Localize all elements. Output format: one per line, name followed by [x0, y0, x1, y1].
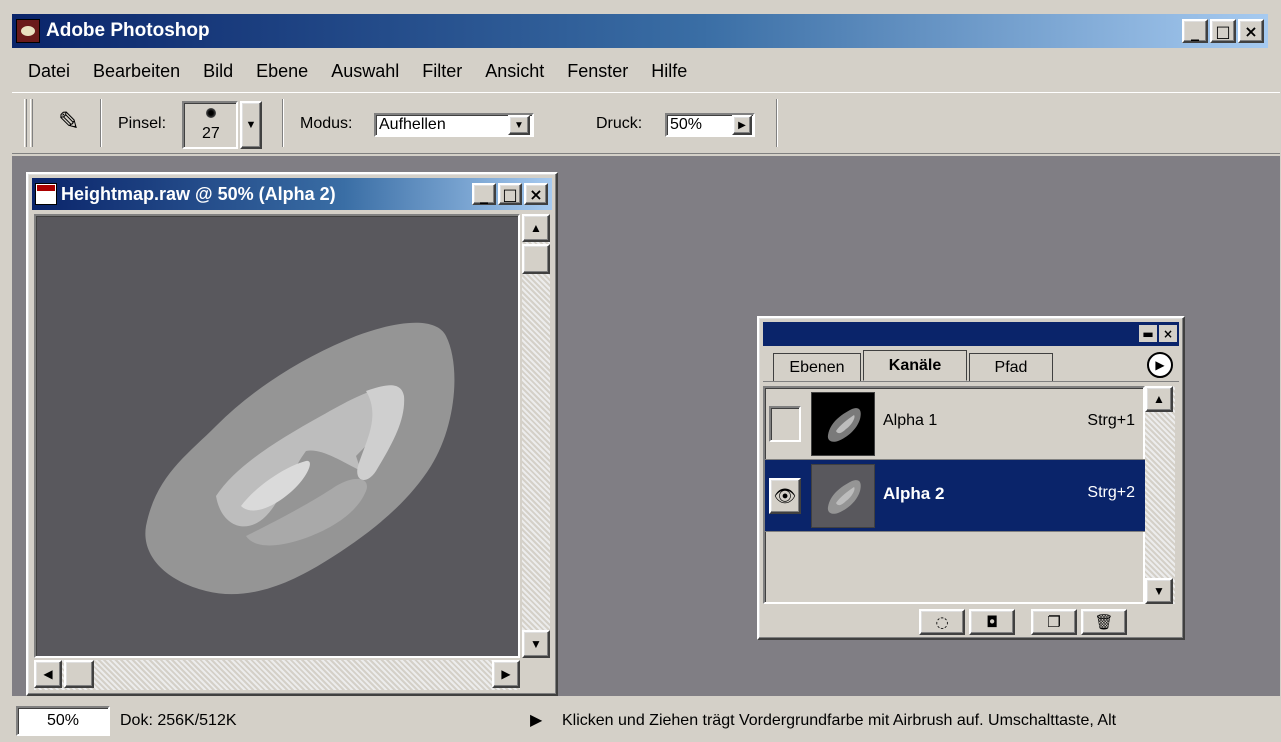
- pressure-label: Druck:: [596, 115, 643, 132]
- workspace: Heightmap.raw @ 50% (Alpha 2) _ □ × ▲ ▼ …: [12, 156, 1280, 696]
- alpha-1-thumbnail-image: [827, 408, 861, 442]
- document-title-bar[interactable]: Heightmap.raw @ 50% (Alpha 2) _ □ ×: [32, 178, 552, 210]
- app-title: Adobe Photoshop: [46, 20, 210, 41]
- document-size-info: Dok: 256K/512K: [120, 712, 237, 729]
- menu-ansicht[interactable]: Ansicht: [471, 61, 553, 82]
- menu-bearbeiten[interactable]: Bearbeiten: [79, 61, 189, 82]
- menu-filter[interactable]: Filter: [408, 61, 471, 82]
- brush-size-value: 27: [202, 125, 220, 142]
- eye-icon[interactable]: 👁: [769, 478, 801, 514]
- brush-label: Pinsel:: [118, 115, 167, 132]
- panel-footer: ◌ ◘ ❐ 🗑: [763, 606, 1179, 638]
- close-button[interactable]: ×: [1238, 19, 1264, 43]
- document-window: Heightmap.raw @ 50% (Alpha 2) _ □ × ▲ ▼ …: [26, 172, 558, 696]
- channel-shortcut: Strg+1: [1087, 412, 1135, 429]
- app-title-bar: Adobe Photoshop _ □ ×: [12, 14, 1268, 48]
- tool-options-bar: ✎ Pinsel: 27 ▼ Modus: Aufhellen ▼ Druck:…: [12, 92, 1280, 154]
- menu-hilfe[interactable]: Hilfe: [637, 61, 696, 82]
- document-maximize-button[interactable]: □: [498, 183, 522, 205]
- scroll-down-icon[interactable]: ▼: [522, 630, 550, 658]
- channel-thumbnail: [811, 392, 875, 456]
- panel-title-bar[interactable]: ▬ ×: [763, 322, 1179, 346]
- channel-list: Alpha 1 Strg+1 👁 Alpha 2 Strg+2: [763, 386, 1147, 604]
- load-selection-icon[interactable]: ◌: [919, 609, 965, 635]
- brush-tip-icon: [206, 108, 216, 118]
- brush-dropdown-button[interactable]: ▼: [240, 101, 262, 149]
- pressure-value: 50%: [670, 116, 703, 133]
- photoshop-app-icon: [16, 19, 40, 43]
- panel-collapse-button[interactable]: ▬: [1139, 325, 1157, 342]
- scroll-down-icon[interactable]: ▼: [1145, 578, 1173, 604]
- channel-name: Alpha 2: [883, 484, 945, 503]
- channel-name: Alpha 1: [883, 412, 938, 429]
- maximize-button[interactable]: □: [1210, 19, 1236, 43]
- channels-panel: ▬ × Ebenen Kanäle Pfad ▶ Alpha 1 Strg+1: [757, 316, 1185, 640]
- save-selection-icon[interactable]: ◘: [969, 609, 1015, 635]
- scroll-up-icon[interactable]: ▲: [1145, 386, 1173, 412]
- menu-auswahl[interactable]: Auswahl: [317, 61, 408, 82]
- mode-label: Modus:: [300, 115, 353, 132]
- toolbar-separator: [282, 99, 284, 147]
- channel-thumbnail: [811, 464, 875, 528]
- panel-tabs: Ebenen Kanäle Pfad ▶: [763, 348, 1179, 382]
- scroll-left-icon[interactable]: ◀: [34, 660, 62, 688]
- menu-fenster[interactable]: Fenster: [553, 61, 637, 82]
- status-message: Klicken und Ziehen trägt Vordergrundfarb…: [562, 712, 1117, 729]
- tab-channels[interactable]: Kanäle: [863, 350, 967, 381]
- mode-value: Aufhellen: [379, 116, 446, 133]
- menu-ebene[interactable]: Ebene: [242, 61, 317, 82]
- document-title: Heightmap.raw @ 50% (Alpha 2): [61, 183, 336, 204]
- document-minimize-button[interactable]: _: [472, 183, 496, 205]
- minimize-button[interactable]: _: [1182, 19, 1208, 43]
- panel-close-button[interactable]: ×: [1159, 325, 1177, 342]
- horizontal-scrollbar[interactable]: ◀ ▶: [34, 660, 520, 690]
- tab-layers[interactable]: Ebenen: [773, 353, 861, 381]
- tab-paths[interactable]: Pfad: [969, 353, 1053, 381]
- airbrush-tool-icon[interactable]: ✎: [58, 107, 88, 137]
- scroll-right-icon[interactable]: ▶: [492, 660, 520, 688]
- zoom-field[interactable]: 50%: [16, 706, 110, 736]
- panel-menu-icon[interactable]: ▶: [1147, 352, 1173, 378]
- visibility-toggle[interactable]: [769, 406, 801, 442]
- pressure-slider-button[interactable]: ▶: [732, 115, 752, 135]
- vertical-scroll-thumb[interactable]: [522, 244, 550, 274]
- zoom-value: 50%: [46, 712, 80, 729]
- toolbar-separator: [776, 99, 778, 147]
- heightmap-image: [145, 322, 455, 595]
- trash-icon[interactable]: 🗑: [1081, 609, 1127, 635]
- channel-row-alpha-1[interactable]: Alpha 1 Strg+1: [765, 388, 1147, 460]
- panel-scrollbar[interactable]: ▲ ▼: [1145, 386, 1175, 604]
- status-bar: 50% Dok: 256K/512K ▶ Klicken und Ziehen …: [12, 700, 1280, 740]
- image-canvas[interactable]: [34, 214, 520, 658]
- new-channel-icon[interactable]: ❐: [1031, 609, 1077, 635]
- brush-preset-picker[interactable]: 27: [182, 101, 238, 149]
- scroll-up-icon[interactable]: ▲: [522, 214, 550, 242]
- toolbar-grip[interactable]: [24, 99, 27, 147]
- menu-bar: Datei Bearbeiten Bild Ebene Auswahl Filt…: [12, 52, 696, 90]
- mode-dropdown-button[interactable]: ▼: [508, 115, 530, 135]
- menu-datei[interactable]: Datei: [12, 61, 79, 82]
- channel-row-alpha-2[interactable]: 👁 Alpha 2 Strg+2: [765, 460, 1147, 532]
- vertical-scrollbar[interactable]: ▲ ▼: [522, 214, 550, 658]
- horizontal-scroll-thumb[interactable]: [64, 660, 94, 688]
- menu-bild[interactable]: Bild: [189, 61, 242, 82]
- document-close-button[interactable]: ×: [524, 183, 548, 205]
- document-icon: [35, 183, 57, 205]
- toolbar-grip[interactable]: [30, 99, 33, 147]
- status-menu-arrow-icon[interactable]: ▶: [530, 710, 542, 730]
- channel-shortcut: Strg+2: [1087, 484, 1135, 501]
- alpha-2-thumbnail-image: [827, 480, 861, 514]
- toolbar-separator: [100, 99, 102, 147]
